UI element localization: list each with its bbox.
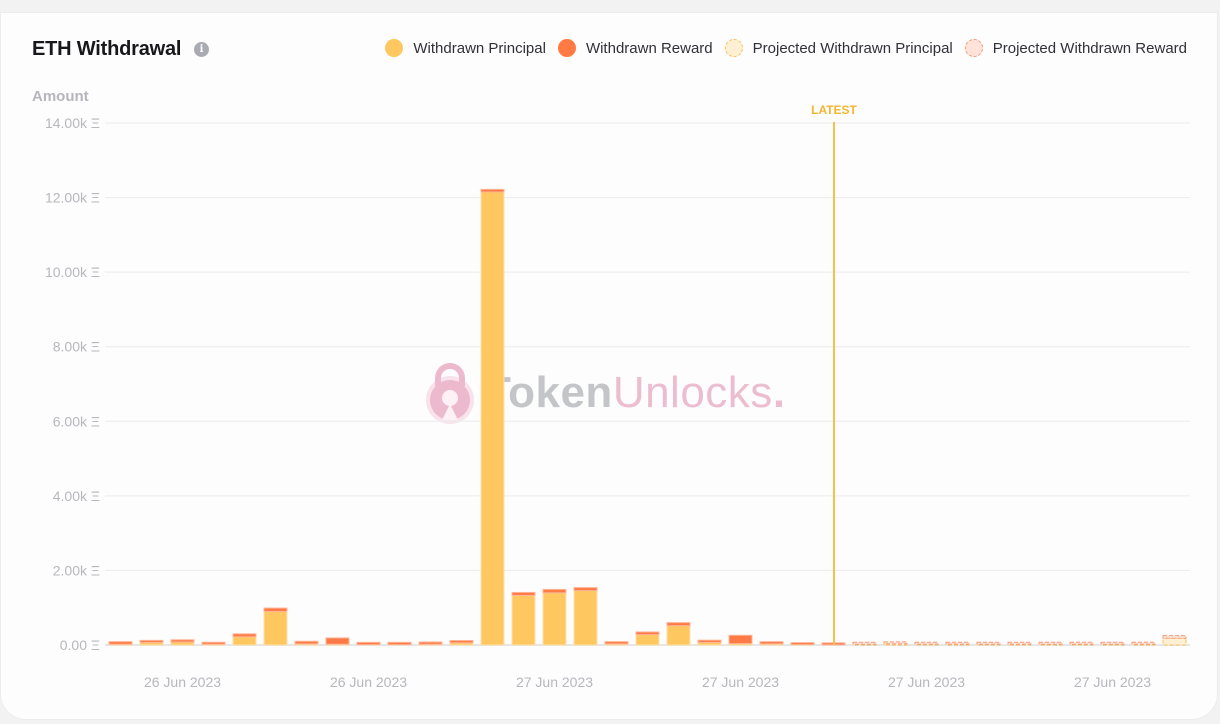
y-tick-label: 14.00k Ξ xyxy=(45,115,100,131)
bar-withdrawn-principal xyxy=(573,590,598,646)
bar-withdrawn-reward xyxy=(790,642,815,646)
bar-withdrawn-reward xyxy=(387,641,412,646)
y-tick-label: 12.00k Ξ xyxy=(45,190,100,206)
bar-withdrawn-reward xyxy=(418,641,443,645)
bar-projected-withdrawn-reward xyxy=(1007,641,1032,645)
bar-withdrawn-reward xyxy=(666,622,691,627)
x-tick-label: 27 Jun 2023 xyxy=(516,674,593,690)
bar-withdrawn-reward xyxy=(170,639,195,643)
y-tick-label: 10.00k Ξ xyxy=(45,264,100,280)
bar-projected-withdrawn-principal xyxy=(1162,637,1187,646)
bar-withdrawn-reward xyxy=(325,637,350,645)
bar-withdrawn-principal xyxy=(480,191,505,646)
bar-withdrawn-reward xyxy=(232,633,257,638)
bar-withdrawn-principal xyxy=(232,636,257,646)
bar-withdrawn-reward xyxy=(294,640,319,645)
bar-withdrawn-reward xyxy=(263,607,288,612)
bar-withdrawn-reward xyxy=(139,639,164,643)
chart-svg: 0.00 Ξ 2.00k Ξ 4.00k Ξ 6.00k Ξ 8.00k Ξ 10.00k… xyxy=(45,103,1190,690)
bar-projected-withdrawn-reward xyxy=(976,641,1001,645)
bar-withdrawn-principal xyxy=(263,610,288,646)
bar-projected-withdrawn-reward xyxy=(852,641,877,645)
bar-withdrawn-reward xyxy=(604,641,629,645)
bar-projected-withdrawn-reward xyxy=(945,641,970,645)
bar-withdrawn-reward xyxy=(728,634,753,645)
bar-withdrawn-reward xyxy=(697,639,722,643)
y-tick-label: 2.00k Ξ xyxy=(53,562,100,578)
bar-withdrawn-reward xyxy=(201,641,226,645)
bar-withdrawn-reward xyxy=(511,591,536,596)
bar-projected-withdrawn-reward xyxy=(1100,641,1125,645)
bar-withdrawn-reward xyxy=(356,641,381,646)
bar-withdrawn-principal xyxy=(511,594,536,646)
latest-marker-label: LATEST xyxy=(811,103,857,117)
bar-projected-withdrawn-reward xyxy=(1038,641,1063,645)
bar-withdrawn-reward xyxy=(573,587,598,592)
x-tick-label: 26 Jun 2023 xyxy=(144,674,221,690)
x-tick-label: 27 Jun 2023 xyxy=(888,674,965,690)
bar-withdrawn-reward xyxy=(449,640,474,644)
bar-projected-withdrawn-reward xyxy=(1162,635,1187,639)
bar-withdrawn-principal xyxy=(666,625,691,646)
x-tick-label: 27 Jun 2023 xyxy=(702,674,779,690)
bar-withdrawn-reward xyxy=(480,188,505,193)
bar-withdrawn-principal xyxy=(542,592,567,646)
bar-withdrawn-principal xyxy=(635,634,660,646)
bar-withdrawn-reward xyxy=(759,641,784,645)
x-tick-label: 27 Jun 2023 xyxy=(1074,674,1151,690)
bar-projected-withdrawn-reward xyxy=(1069,641,1094,645)
y-tick-label: 8.00k Ξ xyxy=(53,339,100,355)
y-tick-label: 4.00k Ξ xyxy=(53,488,100,504)
y-tick-label: 6.00k Ξ xyxy=(53,413,100,429)
bar-projected-withdrawn-reward xyxy=(914,641,939,645)
x-tick-label: 26 Jun 2023 xyxy=(330,674,407,690)
bar-withdrawn-reward xyxy=(108,641,133,645)
bar-withdrawn-reward xyxy=(542,588,567,594)
bar-projected-withdrawn-reward xyxy=(883,641,908,645)
y-tick-label: 0.00 Ξ xyxy=(60,637,100,653)
bar-projected-withdrawn-reward xyxy=(1131,641,1156,645)
bar-withdrawn-reward xyxy=(635,631,660,636)
